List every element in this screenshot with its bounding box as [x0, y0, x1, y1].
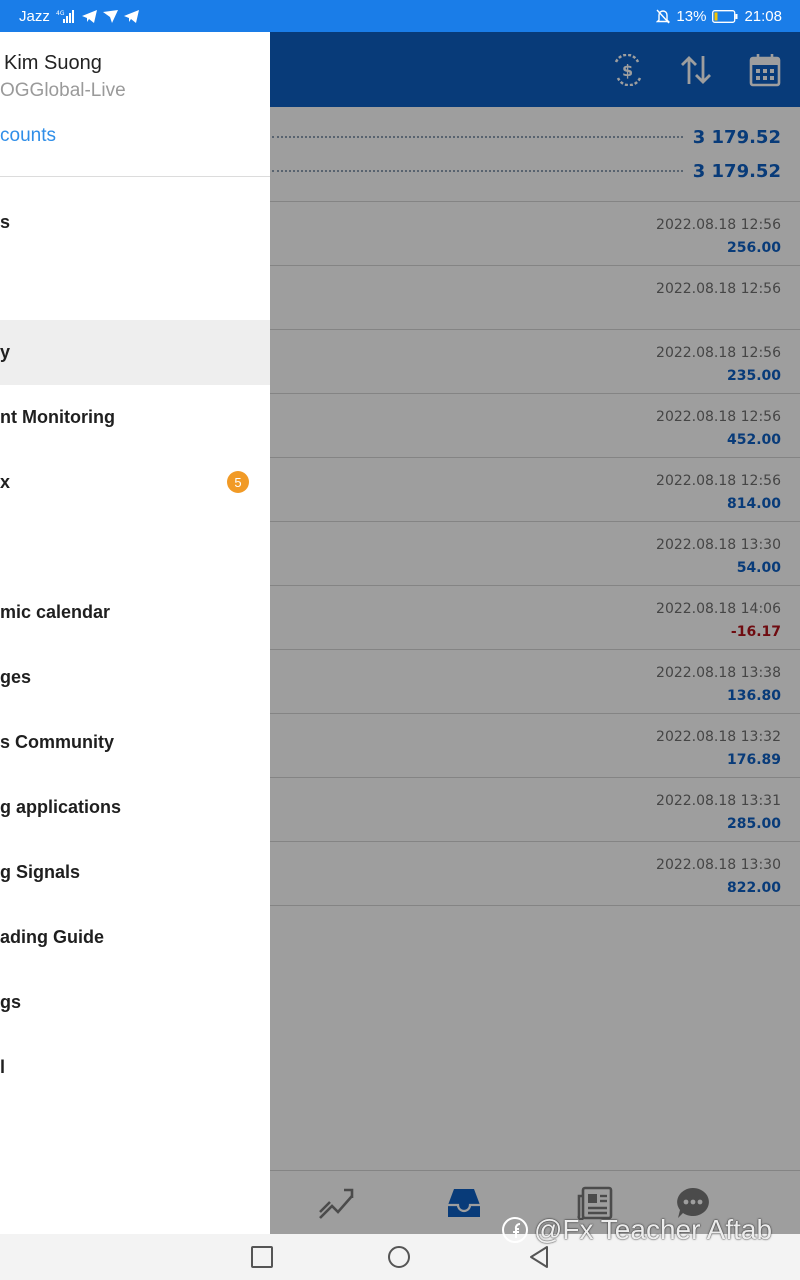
- drawer-menu-item-label: s: [0, 212, 11, 232]
- drawer-menu-item[interactable]: s: [0, 190, 270, 255]
- navigation-icon: [102, 9, 118, 23]
- account-name: Kim Suong: [4, 52, 102, 74]
- status-bar-left: Jazz 4G: [19, 8, 139, 25]
- drawer-menu-item[interactable]: g Signals: [0, 840, 270, 905]
- drawer-menu-item-label: x: [0, 472, 11, 492]
- drawer-menu-item-label: gs: [0, 992, 22, 1012]
- divider: [0, 176, 270, 177]
- drawer-menu-item[interactable]: s Community: [0, 710, 270, 775]
- recents-button[interactable]: [250, 1245, 274, 1269]
- battery-icon: [712, 9, 738, 23]
- drawer-menu-item-label: g applications: [0, 797, 122, 817]
- telegram-icon: [81, 9, 97, 23]
- network-type-label: 4G: [56, 10, 65, 17]
- drawer-menu-item[interactable]: mic calendar: [0, 580, 270, 645]
- clock: 21:08: [744, 7, 782, 25]
- drawer-menu-item[interactable]: gs: [0, 970, 270, 1035]
- drawer-menu-item[interactable]: g applications: [0, 775, 270, 840]
- watermark-logo-icon: [502, 1217, 528, 1243]
- drawer-menu-item-label: ges: [0, 667, 32, 687]
- status-bar-right: 13% 21:08: [656, 8, 782, 25]
- drawer-menu-item-label: nt Monitoring: [0, 407, 115, 427]
- home-button[interactable]: [387, 1245, 411, 1269]
- watermark: @Fx Teacher Aftab: [500, 1214, 772, 1246]
- drawer-menu-item[interactable]: ges: [0, 645, 270, 710]
- status-bar: Jazz 4G 13% 21:08: [0, 0, 800, 32]
- manage-accounts-link[interactable]: counts: [0, 125, 56, 147]
- drawer-menu-item[interactable]: x5: [0, 450, 270, 515]
- drawer-menu-item-label: s Community: [0, 732, 115, 752]
- signal-icon: 4G: [56, 9, 76, 23]
- drawer-menu-item-label: l: [0, 1057, 6, 1077]
- drawer-menu-item-label: mic calendar: [0, 602, 111, 622]
- drawer-menu-item-label: y: [0, 342, 11, 362]
- drawer-menu-item[interactable]: [0, 515, 270, 580]
- drawer-menu-item[interactable]: l: [0, 1035, 270, 1100]
- battery-percent: 13%: [676, 7, 707, 25]
- carrier-label: Jazz: [19, 7, 50, 25]
- drawer-menu-item[interactable]: nt Monitoring: [0, 385, 270, 450]
- account-server: OGGlobal-Live: [0, 80, 126, 101]
- drawer-menu-item-label: g Signals: [0, 862, 81, 882]
- drawer-menu-item-label: ading Guide: [0, 927, 105, 947]
- back-button[interactable]: [527, 1245, 551, 1269]
- drawer-menu-item[interactable]: [0, 255, 270, 320]
- drawer-scrim[interactable]: [270, 32, 800, 1234]
- mute-icon: [656, 9, 671, 24]
- drawer-menu-item[interactable]: ading Guide: [0, 905, 270, 970]
- watermark-text: @Fx Teacher Aftab: [534, 1214, 773, 1245]
- unread-badge: 5: [227, 471, 249, 493]
- drawer-menu-item[interactable]: y: [0, 320, 270, 385]
- navigation-drawer: Kim Suong OGGlobal-Live counts s y nt Moni…: [0, 32, 270, 1234]
- telegram-icon: [123, 9, 139, 23]
